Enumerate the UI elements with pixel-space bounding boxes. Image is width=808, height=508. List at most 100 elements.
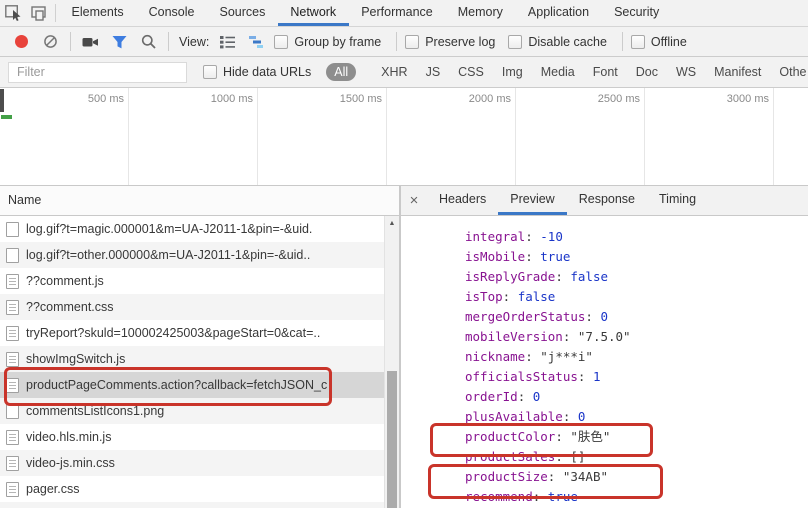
filter-type-manifest[interactable]: Manifest (714, 65, 761, 79)
json-property-productSales: productSales[] (465, 447, 808, 467)
request-row[interactable]: pager.css (0, 476, 384, 502)
filter-type-img[interactable]: Img (502, 65, 523, 79)
device-toolbar-button[interactable] (26, 0, 52, 26)
tab-network[interactable]: Network (277, 0, 349, 26)
show-overview-button[interactable] (245, 31, 267, 53)
toolbar-divider (396, 32, 398, 51)
tab-sources[interactable]: Sources (207, 0, 278, 26)
request-row[interactable]: ??comment.css (0, 294, 384, 320)
inspect-element-button[interactable] (0, 0, 26, 26)
tab-headers[interactable]: Headers (427, 186, 498, 215)
json-property-isTop: isTopfalse (465, 287, 808, 307)
clear-button[interactable] (39, 31, 61, 53)
file-icon (6, 455, 19, 471)
timeline-tick-1500ms: 1500 ms (339, 93, 382, 105)
devtools-window: Elements Console Sources Network Perform… (0, 0, 808, 508)
overview-dark-bar (0, 89, 4, 112)
file-icon (6, 247, 19, 263)
toolbar-divider (70, 32, 71, 51)
filter-button[interactable] (108, 31, 130, 53)
request-row-productPageComments[interactable]: productPageComments.action?callback=fetc… (0, 372, 384, 398)
disable-cache-toggle[interactable]: Disable cache (508, 34, 607, 49)
scroll-up-arrow-icon[interactable]: ▲ (385, 216, 399, 230)
request-row[interactable]: video-js.min.css (0, 450, 384, 476)
request-row[interactable]: showImgSwitch.js (0, 346, 384, 372)
request-row[interactable]: commentsListIcons1.png (0, 398, 384, 424)
close-detail-button[interactable]: × (401, 186, 427, 215)
group-by-frame-checkbox[interactable] (274, 34, 289, 49)
detail-tab-bar: × Headers Preview Response Timing (401, 186, 808, 216)
json-property-recommend: recommendtrue (465, 487, 808, 507)
json-property-isMobile: isMobiletrue (465, 247, 808, 267)
use-large-rows-button[interactable] (216, 31, 238, 53)
tab-performance[interactable]: Performance (349, 0, 446, 26)
json-property-integral: integral-10 (465, 227, 808, 247)
preserve-log-toggle[interactable]: Preserve log (405, 34, 496, 49)
request-row[interactable]: video.hls.min.js (0, 424, 384, 450)
filter-type-css[interactable]: CSS (458, 65, 484, 79)
filter-type-other[interactable]: Othe (779, 65, 806, 79)
timeline-gridline (386, 88, 387, 185)
tab-timing[interactable]: Timing (647, 186, 708, 215)
devtools-tab-bar: Elements Console Sources Network Perform… (0, 0, 808, 27)
filter-input[interactable] (8, 61, 187, 83)
tab-application[interactable]: Application (515, 0, 601, 26)
offline-checkbox[interactable] (630, 34, 645, 49)
tab-elements[interactable]: Elements (59, 0, 136, 26)
requests-list: log.gif?t=magic.000001&m=UA-J2011-1&pin=… (0, 216, 384, 508)
tab-security[interactable]: Security (602, 0, 672, 26)
tab-memory[interactable]: Memory (445, 0, 515, 26)
timeline-tick-2000ms: 2000 ms (468, 93, 511, 105)
scrollbar-thumb[interactable] (387, 371, 397, 508)
tab-response[interactable]: Response (567, 186, 647, 215)
preview-json-view: g[] integral-10 isMobiletrue isReplyGrad… (401, 216, 808, 507)
file-icon (6, 325, 19, 341)
hide-data-urls-label: Hide data URLs (223, 65, 312, 79)
request-row[interactable]: log.gif?t=other.000000&m=UA-J2011-1&pin=… (0, 242, 384, 268)
hide-data-urls-checkbox[interactable] (203, 65, 217, 79)
network-toolbar: View: Group by frame Preserve log Disabl… (0, 27, 808, 57)
timeline-tick-2500ms: 2500 ms (597, 93, 640, 105)
disable-cache-label: Disable cache (528, 34, 607, 49)
record-icon (14, 35, 28, 48)
json-property-isReplyGrade: isReplyGradefalse (465, 267, 808, 287)
preserve-log-label: Preserve log (425, 34, 496, 49)
filter-type-doc[interactable]: Doc (636, 65, 658, 79)
network-overview-strip[interactable]: 500 ms 1000 ms 1500 ms 2000 ms 2500 ms 3… (0, 88, 808, 186)
requests-scrollbar[interactable]: ▲ (384, 216, 399, 508)
json-property-productSize: productSize"34AB" (465, 467, 808, 487)
group-by-frame-toggle[interactable]: Group by frame (274, 34, 381, 49)
tab-console[interactable]: Console (136, 0, 207, 26)
request-row[interactable]: ??comment.js (0, 268, 384, 294)
toolbar-divider (168, 32, 169, 51)
filter-type-font[interactable]: Font (593, 65, 618, 79)
file-icon (6, 273, 19, 289)
tab-preview[interactable]: Preview (498, 186, 567, 215)
request-row[interactable]: log.gif?t=magic.000001&m=UA-J2011-1&pin=… (0, 216, 384, 242)
filter-type-all[interactable]: All (326, 63, 357, 81)
preserve-log-checkbox[interactable] (405, 34, 420, 49)
filter-type-js[interactable]: JS (426, 65, 441, 79)
filter-type-ws[interactable]: WS (676, 65, 696, 79)
timeline-gridline (128, 88, 129, 185)
timeline-gridline (773, 88, 774, 185)
toolbar-divider (55, 4, 56, 22)
funnel-icon (112, 35, 127, 49)
inspect-cursor-icon (4, 5, 22, 21)
name-column-header[interactable]: Name (0, 186, 399, 216)
record-button[interactable] (10, 31, 32, 53)
json-property-productColor: productColor"肤色" (465, 427, 808, 447)
file-icon (6, 377, 19, 393)
filter-type-xhr[interactable]: XHR (381, 65, 407, 79)
request-row[interactable] (0, 502, 384, 508)
disable-cache-checkbox[interactable] (508, 34, 523, 49)
capture-screenshots-button[interactable] (79, 31, 101, 53)
offline-toggle[interactable]: Offline (630, 34, 687, 49)
request-row[interactable]: tryReport?skuld=100002425003&pageStart=0… (0, 320, 384, 346)
json-property-plusAvailable: plusAvailable0 (465, 407, 808, 427)
file-icon (6, 403, 19, 419)
search-button[interactable] (137, 31, 159, 53)
timeline-tick-3000ms: 3000 ms (726, 93, 769, 105)
hide-data-urls-toggle[interactable]: Hide data URLs (203, 65, 311, 79)
filter-type-media[interactable]: Media (541, 65, 575, 79)
